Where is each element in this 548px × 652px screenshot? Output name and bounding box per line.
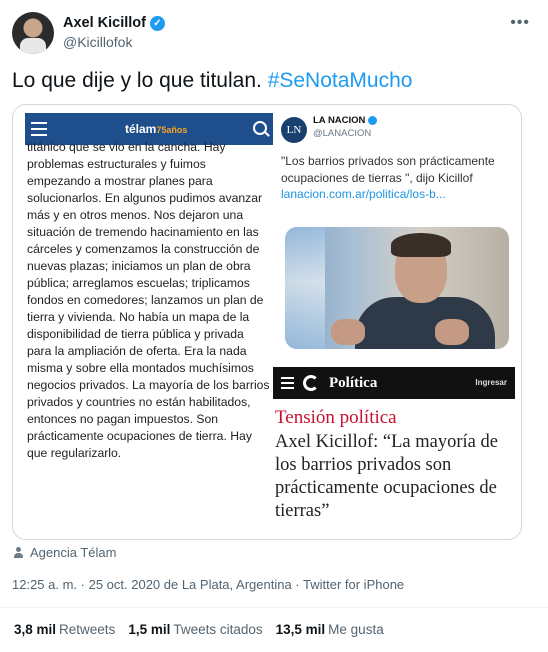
tweet-stats: 3,8 mil Retweets 1,5 mil Tweets citados 13… [14, 622, 384, 637]
author-avatar[interactable] [12, 12, 54, 54]
hashtag-link[interactable]: #SeNotaMucho [268, 69, 413, 92]
politica-section-title: Política [329, 375, 378, 391]
tweet-media-image[interactable]: télam75años titánico que se vio en la ca… [12, 104, 522, 540]
tweet-metadata[interactable]: 12:25 a. m. · 25 oct. 2020 de La Plata, … [12, 577, 404, 592]
quote-tweets-stat[interactable]: 1,5 mil Tweets citados [128, 622, 262, 637]
politica-header: Política Ingresar [273, 367, 515, 399]
verified-badge-icon [368, 116, 378, 125]
verified-badge-icon: ✓ [150, 15, 165, 31]
lanacion-name: LA NACION [313, 115, 378, 126]
person-icon [14, 547, 23, 558]
likes-stat[interactable]: 13,5 mil Me gusta [276, 622, 384, 637]
search-icon [253, 121, 267, 135]
article-headline: Axel Kicillof: “La mayoría de los barrio… [275, 432, 498, 521]
more-options-icon[interactable]: ••• [510, 14, 530, 32]
author-handle[interactable]: @Kicillofok [63, 34, 132, 50]
telam-article-text: titánico que se vio en la cancha. Hay pr… [27, 140, 270, 460]
retweets-stat[interactable]: 3,8 mil Retweets [14, 622, 115, 637]
lanacion-link: lanacion.com.ar/politica/los-b... [281, 187, 446, 201]
telam-logo: télam75años [125, 122, 188, 136]
author-name[interactable]: Axel Kicillof [63, 15, 146, 31]
article-kicker: Tensión política [275, 407, 397, 428]
tweet-text: Lo que dije y lo que titulan. #SeNotaMuc… [12, 69, 412, 93]
hamburger-menu-icon [281, 377, 294, 392]
author-name-row[interactable]: Axel Kicillof ✓ [63, 15, 165, 31]
lanacion-logo: LN [281, 117, 307, 143]
media-source[interactable]: Agencia Télam [14, 545, 116, 560]
clarin-logo-icon [303, 375, 319, 391]
kicillof-photo [285, 227, 509, 349]
lanacion-tweet-screenshot: LN LA NACION @LANACION "Los barrios priv… [277, 105, 521, 363]
login-link: Ingresar [475, 378, 507, 387]
tweet-text-plain: Lo que dije y lo que titulan. [12, 69, 268, 92]
hamburger-menu-icon [31, 122, 47, 136]
lanacion-tweet-text: "Los barrios privados son prácticamente … [281, 154, 495, 201]
divider [0, 607, 548, 608]
telam-screenshot: télam75años titánico que se vio en la ca… [25, 113, 273, 523]
media-source-label[interactable]: Agencia Télam [30, 545, 116, 560]
lanacion-handle: @LANACION [313, 128, 372, 139]
